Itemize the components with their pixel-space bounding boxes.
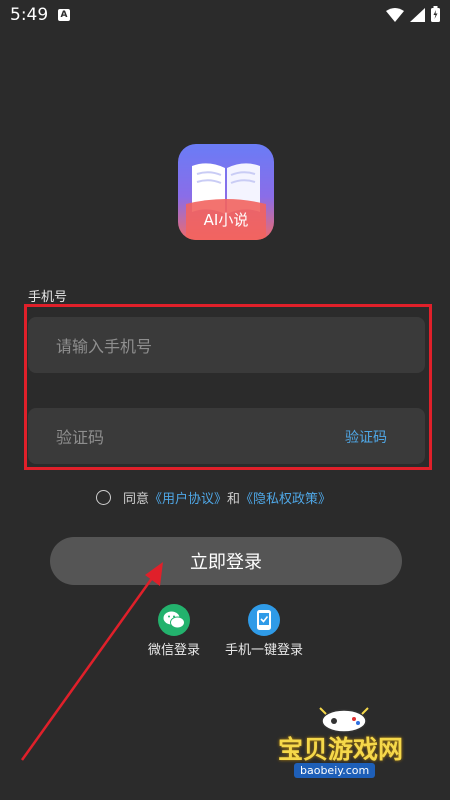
phone-icon — [248, 604, 280, 636]
phone-oneclick-login[interactable]: 手机一键登录 — [219, 604, 309, 658]
agreement-and: 和 — [227, 492, 241, 507]
watermark: 宝贝游戏网 baobeiy.com — [270, 704, 420, 784]
privacy-policy-link[interactable]: 《隐私权政策》 — [240, 488, 331, 507]
agreement-radio[interactable] — [96, 490, 111, 505]
notification-icon: A — [58, 9, 70, 21]
wechat-login[interactable]: 微信登录 — [144, 604, 204, 658]
battery-icon — [431, 6, 440, 26]
highlight-box — [24, 304, 432, 470]
phone-label: 手机号 — [28, 290, 68, 305]
wechat-icon — [158, 604, 190, 636]
wifi-icon — [386, 7, 404, 26]
login-button[interactable]: 立即登录 — [50, 537, 402, 585]
agreement-prefix: 同意 — [123, 492, 150, 507]
agreement-row: 同意 《用户协议》 和 《隐私权政策》 — [96, 488, 331, 507]
watermark-url: baobeiy.com — [294, 763, 376, 778]
status-icons — [386, 6, 440, 26]
wechat-login-label: 微信登录 — [147, 643, 200, 658]
signal-icon — [410, 7, 425, 26]
phone-oneclick-label: 手机一键登录 — [224, 643, 303, 658]
user-agreement-link[interactable]: 《用户协议》 — [149, 488, 227, 507]
logo-text: AI小说 — [203, 211, 249, 229]
watermark-title: 宝贝游戏网 — [278, 735, 404, 764]
status-bar: 5:49 A — [0, 0, 450, 32]
status-time: 5:49 — [10, 5, 49, 25]
app-logo: AI小说 — [178, 144, 274, 240]
